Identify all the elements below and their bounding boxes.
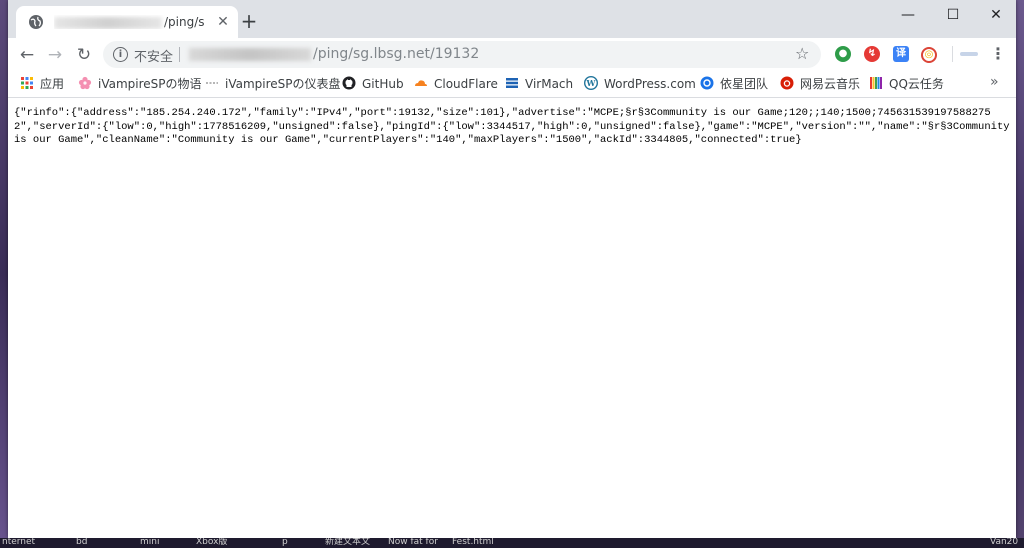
tab-title: /ping/sg.l <box>54 15 204 29</box>
cloudflare-icon <box>415 80 427 86</box>
tab-close-icon[interactable]: ✕ <box>214 13 232 31</box>
browser-window: /ping/sg.l ✕ + — ☐ ✕ ← → ↻ i 不安全 /ping/s… <box>8 0 1016 538</box>
bookmark-label: iVampireSPの仪表盘 <box>225 77 341 91</box>
tab-title-redacted <box>54 16 162 29</box>
taskbar-item[interactable]: nternet <box>2 538 35 547</box>
bookmark-label: WordPress.com <box>604 77 696 91</box>
ext-red-circle-icon[interactable]: ↯ <box>864 46 880 62</box>
toolbar: ← → ↻ i 不安全 /ping/sg.lbsg.net/19132 ☆ ● … <box>8 38 1016 71</box>
qq-task-icon <box>870 77 882 89</box>
bookmark-label: CloudFlare <box>434 77 498 91</box>
chrome-menu-icon[interactable]: ⋮ <box>990 44 1006 63</box>
ext-chrome-icon[interactable]: ◎ <box>921 47 937 63</box>
address-bar[interactable]: i 不安全 /ping/sg.lbsg.net/19132 ☆ <box>103 41 821 68</box>
desktop-left-edge <box>0 0 8 548</box>
json-response-text: {"rinfo":{"address":"185.254.240.172","f… <box>14 107 1016 146</box>
bookmark-label: VirMach <box>525 77 574 91</box>
bookmark-item-virmach[interactable]: VirMach <box>505 75 573 93</box>
netease-music-icon <box>780 76 794 90</box>
maximize-button[interactable]: ☐ <box>933 2 973 28</box>
active-tab[interactable]: /ping/sg.l ✕ <box>16 6 238 38</box>
page-content: {"rinfo":{"address":"185.254.240.172","f… <box>8 98 1016 538</box>
taskbar-item[interactable]: bd <box>76 538 87 547</box>
bookmarks-bar: 应用 iVampireSPの物语 iVampireSPの仪表盘 GitHub C… <box>8 71 1016 98</box>
tab-strip: /ping/sg.l ✕ + — ☐ ✕ <box>8 0 1016 38</box>
taskbar-item[interactable]: Fest.html <box>452 538 494 547</box>
taskbar-item[interactable]: p <box>282 538 288 547</box>
bookmark-label: iVampireSPの物语 <box>98 77 202 91</box>
bookmark-item-wordpress[interactable]: W WordPress.com <box>584 75 696 93</box>
taskbar-item[interactable]: mini <box>140 538 159 547</box>
close-window-button[interactable]: ✕ <box>976 2 1016 28</box>
tab-title-text: /ping/sg.l <box>164 15 204 29</box>
bookmark-item-ivampiresp-story[interactable]: iVampireSPの物语 <box>78 75 202 93</box>
omnibox-divider <box>179 47 180 62</box>
ext-globe-icon[interactable]: ● <box>835 46 851 62</box>
taskbar-item[interactable]: Now fat for <box>388 538 438 547</box>
bookmark-label: 网易云音乐 <box>800 77 861 91</box>
bookmarks-more-icon[interactable]: » <box>990 74 999 90</box>
github-icon <box>342 76 356 90</box>
toolbar-divider <box>952 46 953 62</box>
forward-button[interactable]: → <box>42 42 68 68</box>
apps-grid-icon <box>21 77 33 89</box>
wordpress-icon: W <box>584 76 598 90</box>
bookmark-label: GitHub <box>362 77 404 91</box>
ext-translate-icon[interactable]: 译 <box>893 46 909 62</box>
security-label[interactable]: 不安全 <box>134 46 173 65</box>
bookmark-item-ivampiresp-dashboard[interactable]: iVampireSPの仪表盘 <box>205 75 341 93</box>
desktop-right-edge <box>1016 0 1024 548</box>
taskbar-item[interactable]: Xbox版 <box>196 538 227 547</box>
bookmark-label: 应用 <box>40 77 65 91</box>
team-icon <box>700 76 714 90</box>
reload-button[interactable]: ↻ <box>71 42 97 68</box>
svg-text:W: W <box>586 78 597 88</box>
taskbar: nternet bd mini Xbox版 p 新建文本文 Now fat fo… <box>0 538 1024 548</box>
info-icon[interactable]: i <box>113 47 128 62</box>
bookmark-item-github[interactable]: GitHub <box>342 75 404 93</box>
profile-icon[interactable] <box>960 52 978 56</box>
new-tab-button[interactable]: + <box>238 10 260 32</box>
bookmark-item-qq-task[interactable]: QQ云任务 <box>869 75 944 93</box>
bookmark-item-apps[interactable]: 应用 <box>20 75 64 93</box>
bookmark-item-netease-music[interactable]: 网易云音乐 <box>780 75 860 93</box>
back-button[interactable]: ← <box>14 42 40 68</box>
bookmark-label: QQ云任务 <box>889 77 944 91</box>
globe-icon <box>29 15 43 29</box>
bookmark-star-icon[interactable]: ☆ <box>795 44 809 63</box>
taskbar-item[interactable]: Van20 <box>990 538 1018 547</box>
virmach-icon <box>506 78 518 88</box>
minimize-button[interactable]: — <box>888 2 928 28</box>
url-text[interactable]: /ping/sg.lbsg.net/19132 <box>313 46 479 62</box>
taskbar-item[interactable]: 新建文本文 <box>325 538 370 547</box>
bookmark-item-team[interactable]: 依星团队 <box>700 75 768 93</box>
url-redacted <box>189 48 311 61</box>
sakura-icon <box>78 76 92 90</box>
bookmark-label: 依星团队 <box>720 77 769 91</box>
bookmark-item-cloudflare[interactable]: CloudFlare <box>414 75 498 93</box>
dash-icon <box>206 82 218 84</box>
